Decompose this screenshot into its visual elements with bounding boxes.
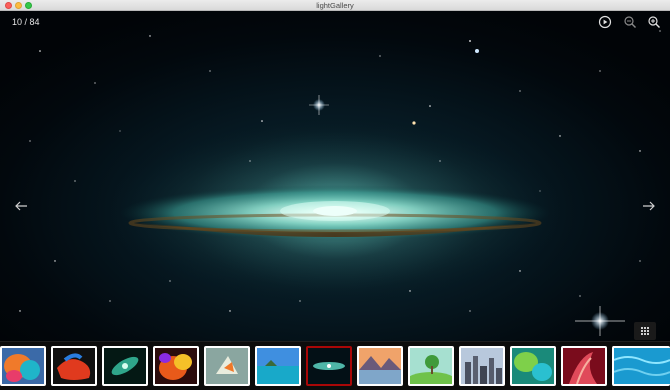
- thumbnail-red-canyon[interactable]: [561, 346, 607, 386]
- thumbnail-fire-smoke[interactable]: [153, 346, 199, 386]
- gallery-window: lightGallery 10 / 84: [0, 0, 670, 390]
- window-title: lightGallery: [316, 1, 354, 10]
- thumbnail-galaxy-green[interactable]: [102, 346, 148, 386]
- thumbnail-strip: [0, 341, 670, 390]
- thumbnail-galaxy-active[interactable]: [306, 346, 352, 386]
- zoom-in-icon[interactable]: [647, 15, 661, 29]
- toggle-thumbnails-grid-icon[interactable]: [634, 322, 656, 340]
- previous-arrow-icon[interactable]: [12, 197, 30, 215]
- thumbnail-paper-crane[interactable]: [204, 346, 250, 386]
- thumbnail-mountain-lake[interactable]: [357, 346, 403, 386]
- thumbnail-water-waves[interactable]: [612, 346, 670, 386]
- play-icon[interactable]: [598, 15, 612, 29]
- thumbnail-tree-hill[interactable]: [408, 346, 454, 386]
- next-arrow-icon[interactable]: [640, 197, 658, 215]
- thumbnail-paint-splash[interactable]: [51, 346, 97, 386]
- image-counter: 10 / 84: [12, 17, 40, 27]
- main-image-stage: 10 / 84: [0, 11, 670, 341]
- thumbnail-city-skyline[interactable]: [459, 346, 505, 386]
- thumbnail-ocean-island[interactable]: [255, 346, 301, 386]
- thumbnail-green-abstract[interactable]: [510, 346, 556, 386]
- thumbnail-colorful-smoke[interactable]: [0, 346, 46, 386]
- title-bar: lightGallery: [0, 0, 670, 11]
- galaxy-image: [19, 30, 661, 336]
- zoom-out-icon[interactable]: [623, 15, 637, 29]
